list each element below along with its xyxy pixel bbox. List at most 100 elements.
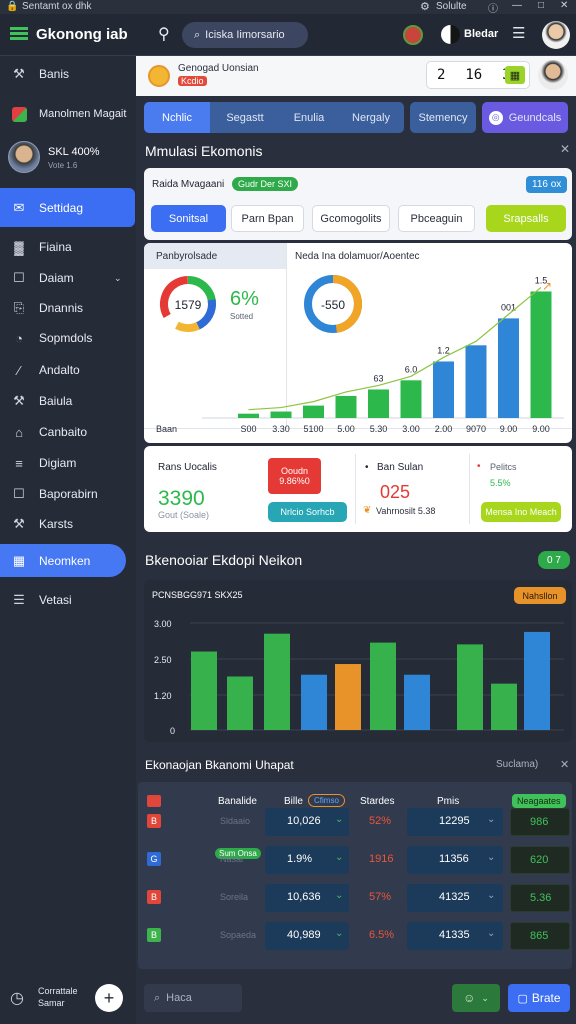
tools-icon: ⚒ <box>13 66 25 81</box>
sidebar-item-settidag[interactable]: ✉ Settidag <box>0 188 135 227</box>
bar[interactable] <box>301 674 327 730</box>
table-row[interactable]: G Nasai 1.9% ⌄ 1916 11356 ⌄ 620 <box>138 842 572 876</box>
bar[interactable] <box>530 291 552 418</box>
sidebar-item-baporabirn[interactable]: ☐ Baporabirn <box>0 479 136 509</box>
left-donut-value: 1579 <box>175 298 202 312</box>
brate-button[interactable]: ▢ Brate <box>508 984 570 1012</box>
bar[interactable] <box>457 644 483 730</box>
row-name: Nasai <box>220 854 244 864</box>
sidebar-item-andalto[interactable]: ∕ Andalto <box>0 355 136 385</box>
row-name: Sopaeda <box>220 930 257 940</box>
bar[interactable] <box>368 389 389 418</box>
row-cell-v3[interactable]: 11356 ⌄ <box>407 846 503 874</box>
table-row[interactable]: B Soreila 10,636 ⌄ 57% 41325 ⌄ 5.36 <box>138 880 572 914</box>
tools-icon: ⚒ <box>13 516 25 531</box>
x-tick-label: 3.00 <box>402 424 420 434</box>
close-icon[interactable]: ✕ <box>560 758 569 771</box>
bar[interactable] <box>404 674 430 730</box>
x-tick-label: Baan <box>156 424 177 434</box>
srapsalls-button[interactable]: Srapsalls <box>486 205 566 232</box>
sidebar-item-karsts[interactable]: ⚒ Karsts <box>0 509 136 539</box>
row-v1: 1.9% <box>287 853 313 865</box>
bar[interactable] <box>335 395 357 418</box>
search-button[interactable]: Nrlcio Sorhcb <box>268 502 347 522</box>
search-input[interactable]: ⌕ Iciska Iimorsario <box>182 22 308 48</box>
simulation-panel: Raida Mvagaani Gudr Der SXI 116 ox Sonit… <box>144 168 572 240</box>
chevron-down-icon: ⌄ <box>487 890 496 901</box>
row-cell-v1[interactable]: 40,989 ⌄ <box>265 922 349 950</box>
red-badge: Ooudn 9.86%0 <box>268 458 321 494</box>
sidebar-item-neomken[interactable]: ▦ Neomken <box>0 544 126 577</box>
bar[interactable] <box>191 651 217 730</box>
banner: Genogad Uonsian Kcdio 2 16 30 ▦ <box>136 56 576 96</box>
list-menu-icon[interactable]: ☰ <box>512 24 525 42</box>
bar[interactable] <box>491 683 517 730</box>
row-cell-v3[interactable]: 12295 ⌄ <box>407 808 503 836</box>
sidebar-item-canbaito[interactable]: ⌂ Canbaito <box>0 417 136 447</box>
bar[interactable] <box>227 676 253 731</box>
section-title: Mmulasi Ekomonis <box>145 143 263 159</box>
bar[interactable] <box>270 411 292 418</box>
bar[interactable] <box>303 405 324 418</box>
emoji-dropdown-button[interactable]: ☺ ⌄ <box>452 984 500 1012</box>
row-cell-v1[interactable]: 10,636 ⌄ <box>265 884 349 912</box>
tab-geundcals[interactable]: ◎ Geundcals <box>482 102 568 133</box>
tab-enulia[interactable]: Enulia <box>280 102 338 133</box>
tab-segastt[interactable]: Segastt <box>210 102 280 133</box>
parn-bpan-button[interactable]: Parn Bpan <box>231 205 304 232</box>
bar[interactable] <box>264 633 290 730</box>
sidebar-profile[interactable]: SKL 400% Vote 1.6 <box>8 140 134 176</box>
banner-avatar[interactable] <box>538 60 568 90</box>
tab-nchlic[interactable]: Nchlic <box>144 102 210 133</box>
bottom-search-input[interactable]: ⌕ Haca <box>144 984 242 1012</box>
y-tick-label: 1.20 <box>154 691 172 701</box>
bar[interactable] <box>433 361 454 418</box>
row-cell-v3[interactable]: 41335 ⌄ <box>407 922 503 950</box>
search-icon[interactable]: ⚲ <box>158 24 170 44</box>
chevron-down-icon[interactable]: ⌄ <box>114 273 122 284</box>
close-icon[interactable]: ✕ <box>560 142 570 156</box>
add-button[interactable]: + <box>95 984 123 1012</box>
bar[interactable] <box>370 642 396 730</box>
bar[interactable] <box>524 631 550 730</box>
sidebar-item-fiaina[interactable]: ▓ Fiaina <box>0 232 136 262</box>
row-cell-v3[interactable]: 41325 ⌄ <box>407 884 503 912</box>
bar[interactable] <box>498 318 519 418</box>
minimize-icon[interactable]: — <box>512 0 522 11</box>
row-cell-v1[interactable]: 10,026 ⌄ <box>265 808 349 836</box>
bar[interactable] <box>238 413 259 418</box>
plant-icon[interactable] <box>403 25 423 45</box>
sidebar-item-dnannis[interactable]: ⎘ Dnannis <box>0 293 136 323</box>
tab-stemency[interactable]: Stemency <box>410 102 476 133</box>
growth-bar-chart: 1579 6% Sotted -550 Baan S00 3.30 5100 5.00 6… <box>156 275 564 434</box>
sonitsal-button[interactable]: Sonitsal <box>151 205 226 232</box>
close-icon[interactable]: ✕ <box>560 0 568 11</box>
sidebar-item-banis[interactable]: ⚒ Banis <box>0 59 136 89</box>
bar[interactable] <box>400 380 422 418</box>
window-icon[interactable]: □ <box>538 0 544 11</box>
tab-nergaly[interactable]: Nergaly <box>338 102 404 133</box>
sidebar-item-daiam[interactable]: ☐ Daiam ⌄ <box>0 263 136 293</box>
sidebar-item-vetasi[interactable]: ☰ Vetasi <box>0 585 136 615</box>
grid-icon[interactable]: ▦ <box>505 66 525 84</box>
info-icon[interactable]: ⓘ <box>488 0 498 15</box>
sidebar-item-digiam[interactable]: ≡ Digiam <box>0 448 136 478</box>
row-cell-v1[interactable]: 1.9% ⌄ <box>265 846 349 874</box>
chart-icon: ▓ <box>14 239 24 255</box>
banner-subtitle: Kcdio <box>178 76 207 86</box>
chevron-down-icon: ⌄ <box>335 928 344 939</box>
mensa-button[interactable]: Mensa Ino Meach <box>481 502 561 522</box>
table-row[interactable]: B Sldaaio 10,026 ⌄ 52% 12295 ⌄ 986 <box>138 804 572 838</box>
data-label: 6.0 <box>405 364 418 374</box>
bar[interactable] <box>465 345 487 418</box>
stats-mid-label: Ban Sulan <box>377 462 424 473</box>
bar[interactable] <box>335 664 361 730</box>
sidebar-item-sopmdols[interactable]: ◔ Sopmdols <box>0 323 136 353</box>
avatar[interactable] <box>542 21 570 49</box>
table-row[interactable]: B Sopaeda 40,989 ⌄ 6.5% 41335 ⌄ 865 <box>138 918 572 952</box>
gcomogolits-button[interactable]: Gcomogolits <box>312 205 390 232</box>
sidebar-item-manolmen[interactable]: Manolmen Magait <box>0 99 136 129</box>
pbceaguin-button[interactable]: Pbceaguin <box>398 205 475 232</box>
sidebar-item-baiula[interactable]: ⚒ Baiula <box>0 386 136 416</box>
contrast-icon[interactable] <box>441 25 460 44</box>
